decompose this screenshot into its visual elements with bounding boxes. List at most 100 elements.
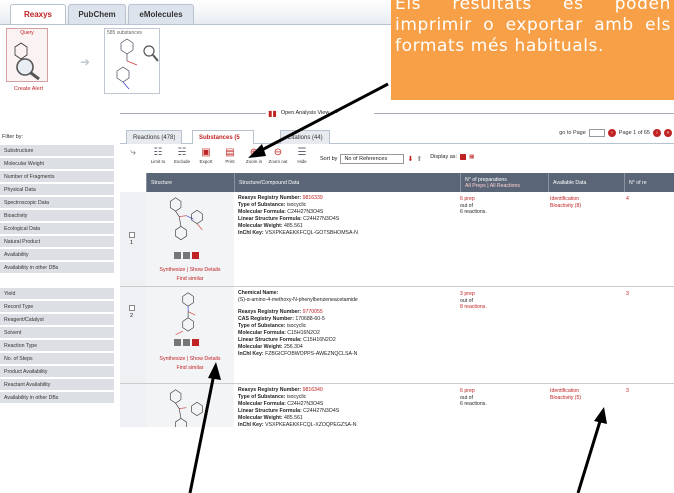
filter-item[interactable]: No. of Steps (0, 353, 114, 364)
export-label: Export (199, 159, 213, 164)
query-box[interactable]: Query (6, 28, 48, 82)
data-line: Linear Structure Formula: C24H27N3O4S (238, 216, 453, 223)
zoom-out-button[interactable]: ⊖ Zoom out (266, 147, 290, 164)
zoom-in-button[interactable]: ⊕ Zoom in (242, 147, 266, 164)
structure-s-icon[interactable] (192, 252, 199, 259)
prep-reactions: 6 reactions. (460, 209, 487, 215)
filter-item[interactable]: Reactant Availability (0, 379, 114, 390)
structure-s-icon[interactable] (192, 339, 199, 346)
tab-reaxys[interactable]: Reaxys (10, 4, 66, 24)
limit-to-button[interactable]: ☷ Limit to (146, 147, 170, 164)
sort-select[interactable]: No of References (340, 154, 405, 164)
structure-menu-icon[interactable] (174, 252, 181, 259)
references-link[interactable]: 3 (626, 291, 629, 297)
data-key: Linear Structure Formula: (238, 408, 302, 414)
row-checkbox[interactable] (129, 305, 135, 311)
filter-item[interactable]: Reagent/Catalyst (0, 314, 114, 325)
print-button[interactable]: ▤ Print (218, 147, 242, 164)
create-alert-link[interactable]: Create Alert (14, 86, 43, 92)
filter-item[interactable]: Molecular Weight (0, 158, 114, 169)
filter-item[interactable]: Yield (0, 288, 114, 299)
data-line: Reaxys Registry Number: 9770055 (238, 309, 453, 316)
registry-number-link[interactable]: 9770055 (301, 309, 323, 315)
analysis-view-bar: ▮▮ Open Analysis View ≚ (120, 107, 674, 119)
structure-zoom-icon[interactable] (183, 252, 190, 259)
substances-box[interactable]: 585 substances (104, 28, 160, 94)
filter-item[interactable]: Reaction Type (0, 340, 114, 351)
sort-asc-icon[interactable]: ⬆ (416, 155, 422, 163)
bioactivity-link[interactable]: Bioactivity (8) (550, 203, 620, 210)
prep-reactions[interactable]: 8 reactions. (460, 304, 540, 311)
table-row: 1 Synthesize | Show Details Find similar… (120, 192, 674, 287)
structure-menu-icon[interactable] (174, 339, 181, 346)
find-similar-link[interactable]: Find similar (146, 364, 234, 373)
filter-item[interactable]: Ecological Data (0, 223, 114, 234)
results-rows: 1 Synthesize | Show Details Find similar… (120, 192, 674, 454)
registry-number-link[interactable]: 9816340 (301, 387, 323, 393)
bottom-blank-area (0, 427, 674, 493)
grid-view-icon[interactable]: ▦ (469, 154, 474, 160)
exclude-button[interactable]: ☵ Exclude (170, 147, 194, 164)
filter-item[interactable]: Spectroscopic Data (0, 197, 114, 208)
export-button[interactable]: ▣ Export (194, 147, 218, 164)
zoom-out-icon: ⊖ (273, 147, 283, 158)
row-select-col: 2 (120, 287, 146, 383)
last-page-button[interactable]: » (664, 129, 672, 137)
go-button[interactable]: › (607, 129, 616, 137)
row-number: 1 (130, 240, 134, 246)
preparations-cell: 6 prep out of 6 reactions. (460, 196, 540, 216)
filter-item[interactable]: Substructure (0, 145, 114, 156)
synthesize-details-links[interactable]: Synthesize | Show Details (146, 266, 234, 275)
filter-item[interactable]: Solvent (0, 327, 114, 338)
data-line: InChI Key: VSXPKEAEKKFCQL-GOTSBHOMSA-N (238, 230, 453, 237)
col-preparations-links[interactable]: All Preps | All Reactions (465, 183, 548, 189)
results-tabs: Reactions (478) Substances (5 Citations … (120, 127, 674, 144)
bioactivity-link[interactable]: Bioactivity (5) (550, 395, 620, 402)
tab-pubchem[interactable]: PubChem (68, 4, 126, 24)
col-preparations: N° of preparations All Preps | All React… (460, 173, 548, 192)
data-key: Molecular Formula: (238, 401, 286, 407)
data-key: Reaxys Registry Number: (238, 387, 302, 393)
tab-reactions[interactable]: Reactions (478) (126, 130, 183, 144)
references-link[interactable]: 3 (626, 388, 629, 394)
zoom-out-label: Zoom out (268, 159, 288, 164)
tab-emolecules[interactable]: eMolecules (128, 4, 194, 24)
data-value: isocyclic (285, 394, 307, 400)
data-value: 170688-60-5 (293, 316, 325, 322)
hide-button[interactable]: ☰ Hide (290, 147, 314, 164)
filter-item[interactable]: Physical Data (0, 184, 114, 195)
data-line: Type of Substance: isocyclic (238, 394, 453, 401)
filter-item[interactable]: Availability in other DBs (0, 392, 114, 403)
filter-item[interactable]: Availability (0, 249, 114, 260)
filter-item[interactable]: Product Availability (0, 366, 114, 377)
filter-item[interactable]: Availability in other DBs (0, 262, 114, 273)
filter-item[interactable]: Record Type (0, 301, 114, 312)
filter-item[interactable]: Bioactivity (0, 210, 114, 221)
row-checkbox[interactable] (129, 232, 135, 238)
data-value: 485.561 (282, 223, 303, 229)
col-compound-data: Structure/Compound Data (234, 173, 460, 192)
next-page-button[interactable]: › (653, 129, 661, 137)
page-input[interactable] (588, 129, 605, 137)
tab-substances[interactable]: Substances (5 (192, 130, 254, 144)
sort-desc-icon[interactable]: ⬇ (407, 155, 413, 163)
structure-zoom-icon[interactable] (183, 339, 190, 346)
find-similar-link[interactable]: Find similar (146, 275, 234, 284)
registry-number-link[interactable]: 9816339 (301, 195, 323, 201)
references-link[interactable]: 4 (626, 196, 629, 202)
compound-data: Reaxys Registry Number: 9816339 Type of … (238, 195, 453, 237)
sort-control: Sort by No of References ⬇ ⬆ (320, 154, 422, 164)
filter-item[interactable]: Number of Fragments (0, 171, 114, 182)
synthesize-details-links[interactable]: Synthesize | Show Details (146, 355, 234, 364)
open-analysis-view-button[interactable]: ▮▮ Open Analysis View ≚ (266, 107, 374, 119)
data-key: Type of Substance: (238, 394, 286, 400)
col-structure: Structure (146, 173, 234, 192)
molecule-structure (175, 292, 196, 336)
prep-reactions: 6 reactions. (460, 401, 487, 407)
callout-text: Els resultats es poden imprimir o export… (395, 0, 671, 56)
bar-chart-icon: ▮▮ (268, 108, 277, 118)
list-view-icon[interactable] (460, 154, 467, 160)
data-value: C24H27N3O4S (285, 209, 324, 215)
tab-citations[interactable]: Citations (44) (280, 130, 330, 144)
filter-item[interactable]: Natural Product (0, 236, 114, 247)
